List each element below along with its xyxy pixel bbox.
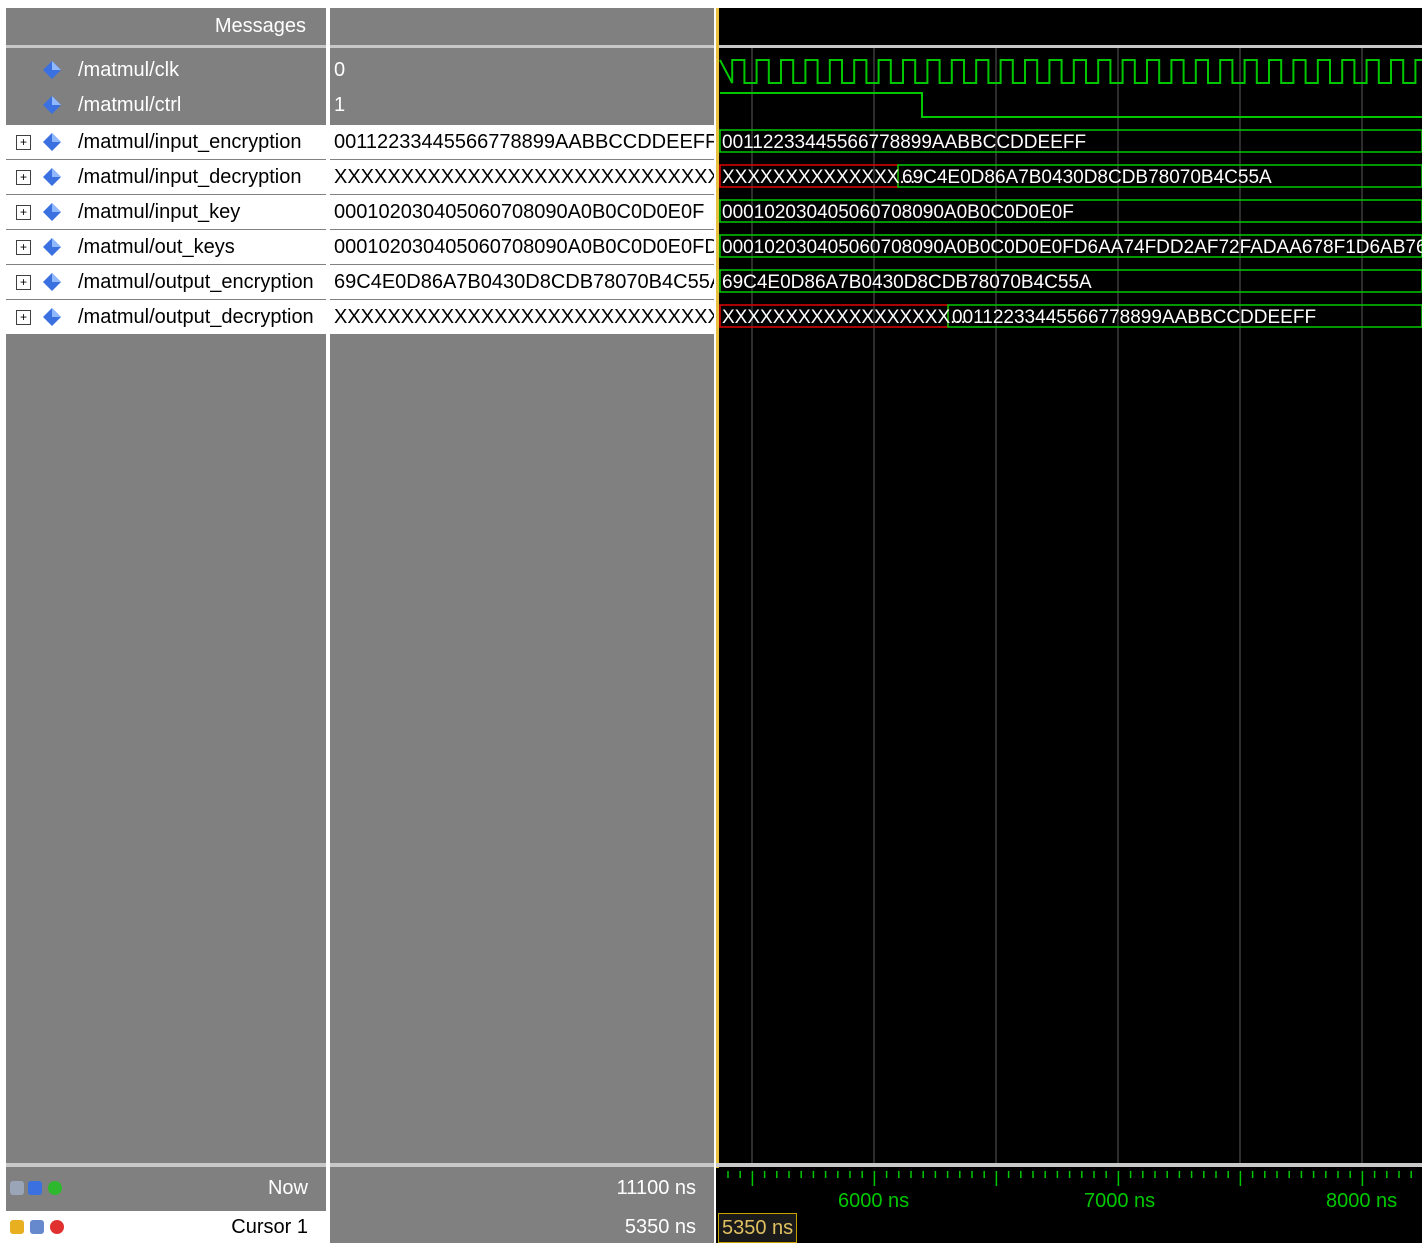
value-ctrl: 1: [334, 94, 346, 116]
signal-values-pane: 0 1 00112233445566778899AABBCCDDEEFF XXX…: [330, 8, 714, 1243]
signal-names-pane: Messages /matmul/clk /matmul/ctrl + /mat…: [6, 8, 326, 1243]
signal-diamond-icon: [43, 238, 61, 256]
now-value-row: 11100 ns: [330, 1168, 714, 1208]
expand-plus-icon[interactable]: +: [16, 205, 31, 220]
wave-label-unknown: XXXXXXXXXXXXXXXXXX...: [722, 307, 966, 328]
signal-row-input-encryption[interactable]: + /matmul/input_encryption: [6, 125, 326, 160]
messages-header: Messages: [6, 8, 326, 45]
cursor-value: 5350 ns: [624, 1216, 696, 1238]
signal-row-out-keys[interactable]: + /matmul/out_keys: [6, 230, 326, 265]
wave-canvas[interactable]: 00112233445566778899AABBCCDDEEFF XXXXXXX…: [716, 8, 1422, 1243]
signal-name: /matmul/output_encryption: [78, 271, 314, 293]
expand-plus-icon[interactable]: +: [16, 310, 31, 325]
input-decryption-waveform: XXXXXXXXXXXXXX... 69C4E0D86A7B0430D8CDB7…: [719, 164, 1422, 188]
now-value: 11100 ns: [616, 1177, 696, 1199]
output-decryption-waveform: XXXXXXXXXXXXXXXXXX... 001122334455667788…: [719, 304, 1422, 328]
delete-cursor-icon[interactable]: [50, 1220, 64, 1234]
wave-window[interactable]: 00112233445566778899AABBCCDDEEFF XXXXXXX…: [716, 8, 1422, 1243]
cursor-row: Cursor 1: [6, 1211, 326, 1243]
signal-row-input-key[interactable]: + /matmul/input_key: [6, 195, 326, 230]
lock-icon[interactable]: [10, 1181, 24, 1195]
wave-label: 00112233445566778899AABBCCDDEEFF: [952, 307, 1316, 328]
header-divider: [330, 45, 714, 48]
now-row: Now: [6, 1168, 326, 1208]
cursor-label: Cursor 1: [231, 1216, 308, 1238]
signal-row-input-decryption[interactable]: + /matmul/input_decryption: [6, 160, 326, 195]
signal-diamond-icon: [43, 308, 61, 326]
signal-row-output-decryption[interactable]: + /matmul/output_decryption: [6, 300, 326, 335]
cursor-lock-icon[interactable]: [10, 1220, 24, 1234]
signal-row-clk[interactable]: /matmul/clk: [6, 53, 326, 88]
timeline-tick-label: 7000 ns: [1084, 1190, 1155, 1212]
out-keys-waveform: 000102030405060708090A0B0C0D0E0FD6AA74FD…: [719, 234, 1422, 258]
signal-row-ctrl[interactable]: /matmul/ctrl: [6, 88, 326, 123]
values-header: [330, 8, 714, 45]
wave-label: 69C4E0D86A7B0430D8CDB78070B4C55A: [902, 167, 1272, 188]
signal-name: /matmul/ctrl: [78, 94, 182, 116]
add-wave-icon[interactable]: [28, 1181, 42, 1195]
signal-name: /matmul/input_key: [78, 201, 241, 223]
cursor-time-box[interactable]: 5350 ns: [718, 1213, 798, 1243]
input-key-waveform: 000102030405060708090A0B0C0D0E0F: [719, 199, 1422, 223]
signal-diamond-icon: [43, 133, 61, 151]
value-input-key: 000102030405060708090A0B0C0D0E0F: [330, 195, 714, 230]
signal-name: /matmul/input_encryption: [78, 131, 302, 153]
now-label: Now: [267, 1177, 308, 1199]
signal-name: /matmul/input_decryption: [78, 166, 302, 188]
wave-label: 000102030405060708090A0B0C0D0E0FD6AA74FD…: [722, 237, 1422, 258]
signal-diamond-icon: [43, 61, 61, 79]
wave-label-unknown: XXXXXXXXXXXXXX...: [722, 167, 915, 188]
footer-divider: [330, 1163, 714, 1167]
header-divider: [6, 45, 326, 48]
expand-plus-icon[interactable]: +: [16, 240, 31, 255]
value-output-decryption: XXXXXXXXXXXXXXXXXXXXXXXXXXXXXXXX: [330, 300, 714, 335]
cursor-value-row: 5350 ns: [330, 1211, 714, 1243]
wave-label: 000102030405060708090A0B0C0D0E0F: [722, 202, 1074, 223]
cursor-line[interactable]: [716, 8, 719, 1168]
add-cursor-icon[interactable]: [48, 1181, 62, 1195]
value-clk: 0: [334, 59, 346, 81]
timeline-tick-label: 6000 ns: [838, 1190, 909, 1212]
value-input-encryption: 00112233445566778899AABBCCDDEEFF: [330, 125, 714, 160]
ctrl-waveform: [720, 92, 1422, 118]
signal-diamond-icon: [43, 273, 61, 291]
edit-cursor-icon[interactable]: [30, 1220, 44, 1234]
signal-diamond-icon: [43, 168, 61, 186]
input-encryption-waveform: 00112233445566778899AABBCCDDEEFF: [719, 129, 1422, 153]
value-output-encryption: 69C4E0D86A7B0430D8CDB78070B4C55A: [330, 265, 714, 300]
value-out-keys: 000102030405060708090A0B0C0D0E0FD6A: [330, 230, 714, 265]
expand-plus-icon[interactable]: +: [16, 170, 31, 185]
signal-diamond-icon: [43, 203, 61, 221]
expand-plus-icon[interactable]: +: [16, 275, 31, 290]
signal-diamond-icon: [43, 96, 61, 114]
wave-label: 69C4E0D86A7B0430D8CDB78070B4C55A: [722, 272, 1092, 293]
output-encryption-waveform: 69C4E0D86A7B0430D8CDB78070B4C55A: [719, 269, 1422, 293]
signal-row-output-encryption[interactable]: + /matmul/output_encryption: [6, 265, 326, 300]
timeline-ticks: [727, 1171, 1412, 1186]
signal-name: /matmul/clk: [78, 59, 180, 81]
clk-waveform: [719, 59, 1422, 84]
wave-label: 00112233445566778899AABBCCDDEEFF: [722, 132, 1086, 153]
signal-name: /matmul/out_keys: [78, 236, 235, 258]
value-input-decryption: XXXXXXXXXXXXXXXXXXXXXXXXXXXXXXXX: [330, 160, 714, 195]
timeline-tick-label: 8000 ns: [1326, 1190, 1397, 1212]
footer-divider: [6, 1163, 326, 1167]
expand-plus-icon[interactable]: +: [16, 135, 31, 150]
signal-name: /matmul/output_decryption: [78, 306, 314, 328]
